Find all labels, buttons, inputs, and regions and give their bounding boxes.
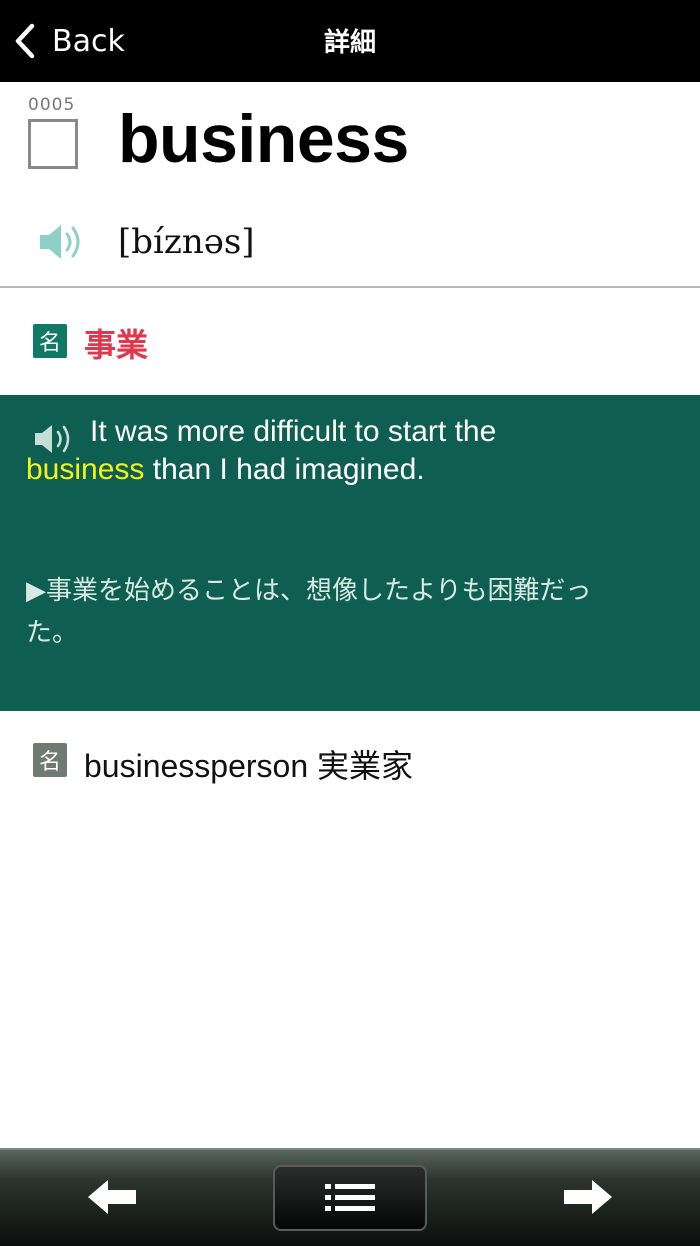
speaker-icon[interactable] xyxy=(38,222,86,262)
derivative-text: businessperson 実業家 xyxy=(84,748,414,784)
list-icon xyxy=(325,1184,375,1211)
list-button[interactable] xyxy=(273,1165,427,1231)
speaker-icon[interactable] xyxy=(33,422,77,456)
memorized-checkbox[interactable] xyxy=(28,119,78,169)
example-sentence-rest: than I had imagined. xyxy=(144,453,425,486)
example-sentence-line1: It was more difficult to start the xyxy=(90,415,497,448)
word-number: 0005 xyxy=(28,95,76,115)
translation-line1: ▶事業を始めることは、想像したよりも困難だっ xyxy=(26,576,592,606)
meaning-text: 事業 xyxy=(84,326,149,364)
arrow-left-icon xyxy=(88,1180,136,1214)
example-highlight: business xyxy=(26,453,145,486)
pos-badge-noun: 名 xyxy=(33,324,67,358)
page-title: 詳細 xyxy=(323,28,376,58)
arrow-right-icon xyxy=(564,1180,612,1214)
example-sentence-line2: business than I had imagined. xyxy=(26,453,425,487)
headword: business xyxy=(118,101,409,177)
translation-line2: た。 xyxy=(26,618,79,648)
previous-button[interactable] xyxy=(82,1170,142,1224)
pos-badge-noun: 名 xyxy=(33,743,67,777)
header-bar: Back 詳細 xyxy=(0,0,700,82)
pronunciation: [bíznəs] xyxy=(118,222,255,262)
divider xyxy=(0,286,700,288)
next-button[interactable] xyxy=(558,1170,618,1224)
